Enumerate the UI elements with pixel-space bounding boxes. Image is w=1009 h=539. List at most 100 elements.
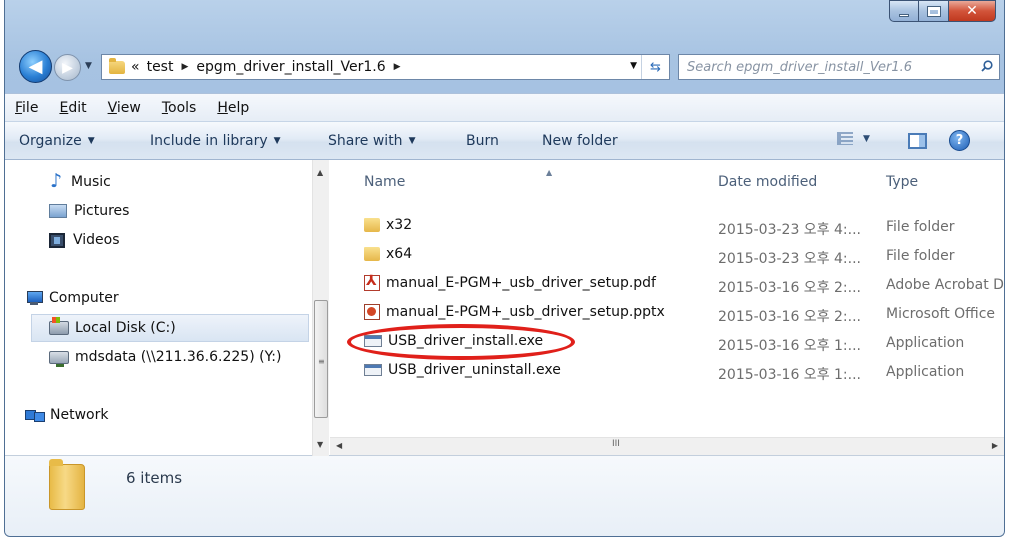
refresh-icon: ⇆ — [650, 59, 661, 75]
preview-pane-icon[interactable] — [908, 133, 927, 149]
column-header-name[interactable]: Name — [364, 174, 405, 190]
new-folder-button[interactable]: New folder — [542, 133, 618, 149]
nav-item-label: Network — [50, 407, 109, 423]
nav-item-videos[interactable]: Videos — [49, 232, 120, 248]
menu-view-accel: V — [107, 99, 117, 116]
sort-ascending-icon: ▲ — [546, 168, 553, 177]
menu-view[interactable]: View — [108, 100, 141, 116]
menu-help-label: elp — [227, 99, 250, 116]
item-count: 6 items — [126, 469, 183, 487]
menu-edit-accel: E — [59, 99, 69, 116]
search-box[interactable] — [678, 54, 1000, 80]
music-icon — [49, 170, 65, 192]
local-disk-icon — [49, 317, 69, 335]
nav-item-local-disk-c[interactable]: Local Disk (C:) — [31, 314, 309, 342]
scroll-down-icon[interactable]: ▼ — [317, 440, 323, 449]
nav-item-computer[interactable]: Computer — [25, 290, 119, 306]
network-drive-icon — [49, 350, 69, 367]
menu-help-accel: H — [217, 99, 228, 116]
scroll-grip-icon[interactable]: III — [612, 439, 620, 449]
address-dropdown-icon[interactable]: ▼ — [630, 61, 637, 71]
menu-help[interactable]: Help — [217, 100, 249, 116]
column-header-type[interactable]: Type — [886, 174, 918, 190]
maximize-button[interactable] — [918, 0, 948, 22]
breadcrumb-test[interactable]: test — [147, 59, 174, 75]
forward-button[interactable]: ▶ — [54, 54, 81, 81]
organize-button[interactable]: Organize ▼ — [19, 133, 95, 149]
highlight-circle-annotation — [347, 324, 575, 360]
menu-file[interactable]: File — [15, 100, 38, 116]
pdf-icon — [364, 273, 380, 291]
nav-item-pictures[interactable]: Pictures — [49, 203, 129, 219]
nav-item-network[interactable]: Network — [25, 407, 108, 423]
file-type: File folder — [886, 248, 955, 264]
burn-button[interactable]: Burn — [466, 133, 499, 149]
file-date: 2015-03-16 오후 2:... — [718, 280, 861, 296]
nav-pane-vertical-scrollbar[interactable]: ▲ ≡ ▼ — [312, 160, 329, 456]
navigation-pane: Music Pictures Videos Computer Local Dis… — [5, 160, 329, 456]
nav-item-label: Videos — [73, 232, 120, 248]
file-date: 2015-03-16 오후 1:... — [718, 338, 861, 354]
chevron-down-icon: ▼ — [408, 136, 416, 146]
recent-pages-dropdown[interactable]: ▼ — [85, 61, 95, 71]
search-icon[interactable] — [981, 60, 993, 72]
change-view-button[interactable]: ▼ — [837, 132, 870, 145]
content-area: Music Pictures Videos Computer Local Dis… — [5, 160, 1004, 456]
organize-label: Organize — [19, 133, 82, 149]
menu-tools[interactable]: Tools — [162, 100, 197, 116]
file-list: ▲ Name Date modified Type x32 2015-03-23… — [330, 160, 1004, 456]
breadcrumb-separator-icon[interactable]: ▶ — [181, 62, 188, 72]
computer-icon — [25, 290, 43, 306]
column-header-date-modified[interactable]: Date modified — [718, 174, 817, 190]
scroll-up-icon[interactable]: ▲ — [317, 168, 323, 177]
share-with-button[interactable]: Share with ▼ — [328, 133, 415, 149]
nav-item-label: mdsdata (\\211.36.6.225) (Y:) — [75, 349, 282, 365]
search-input[interactable] — [679, 59, 959, 75]
menu-file-label: ile — [22, 99, 39, 116]
scroll-thumb[interactable]: ≡ — [314, 300, 328, 418]
menu-bar: File Edit View Tools Help — [5, 93, 1004, 121]
file-date: 2015-03-16 오후 1:... — [718, 367, 861, 383]
file-row-manual-pdf[interactable]: manual_E-PGM+_usb_driver_setup.pdf 2015-… — [330, 272, 1004, 298]
file-type: Application — [886, 335, 965, 351]
nav-item-label: Music — [71, 174, 111, 190]
file-row-x32[interactable]: x32 2015-03-23 오후 4:... File folder — [330, 214, 1004, 240]
file-name: USB_driver_uninstall.exe — [388, 362, 561, 378]
minimize-button[interactable] — [889, 0, 918, 22]
nav-item-mdsdata-y[interactable]: mdsdata (\\211.36.6.225) (Y:) — [49, 349, 282, 367]
file-date: 2015-03-23 오후 4:... — [718, 251, 861, 267]
nav-item-music[interactable]: Music — [49, 170, 111, 192]
exe-icon — [364, 364, 382, 376]
breadcrumb-current-folder[interactable]: epgm_driver_install_Ver1.6 — [196, 59, 385, 75]
maximize-icon — [926, 5, 941, 17]
file-row-x64[interactable]: x64 2015-03-23 오후 4:... File folder — [330, 243, 1004, 269]
file-row-usb-driver-uninstall[interactable]: USB_driver_uninstall.exe 2015-03-16 오후 1… — [330, 359, 1004, 385]
scroll-grip-icon: ≡ — [318, 357, 325, 366]
refresh-button[interactable]: ⇆ — [641, 55, 669, 79]
caption-buttons: ✕ — [889, 0, 996, 22]
file-row-manual-pptx[interactable]: manual_E-PGM+_usb_driver_setup.pptx 2015… — [330, 301, 1004, 327]
details-pane: 6 items — [5, 456, 1004, 536]
menu-edit[interactable]: Edit — [59, 100, 86, 116]
file-date: 2015-03-16 오후 2:... — [718, 309, 861, 325]
menu-tools-label: ools — [168, 99, 197, 116]
chevron-down-icon: ▼ — [87, 136, 95, 146]
minimize-icon — [899, 13, 909, 17]
address-overflow-chevron[interactable]: « — [131, 59, 140, 75]
file-type: Adobe Acrobat D — [886, 277, 1004, 293]
include-in-library-label: Include in library — [150, 133, 268, 149]
scroll-left-icon[interactable]: ◀ — [336, 441, 342, 450]
breadcrumb-separator-icon[interactable]: ▶ — [394, 62, 401, 72]
address-bar[interactable]: « test ▶ epgm_driver_install_Ver1.6 ▶ ▼ … — [101, 54, 670, 80]
include-in-library-button[interactable]: Include in library ▼ — [150, 133, 281, 149]
close-button[interactable]: ✕ — [948, 0, 996, 22]
details-view-icon — [837, 132, 853, 145]
file-name: manual_E-PGM+_usb_driver_setup.pdf — [386, 275, 656, 291]
scroll-right-icon[interactable]: ▶ — [992, 441, 998, 450]
network-icon — [25, 408, 45, 422]
pictures-icon — [49, 204, 67, 218]
back-button[interactable]: ◀ — [19, 50, 52, 83]
help-icon[interactable]: ? — [949, 130, 970, 151]
file-list-horizontal-scrollbar[interactable]: ◀ III ▶ — [330, 437, 1004, 455]
folder-icon — [364, 247, 380, 261]
